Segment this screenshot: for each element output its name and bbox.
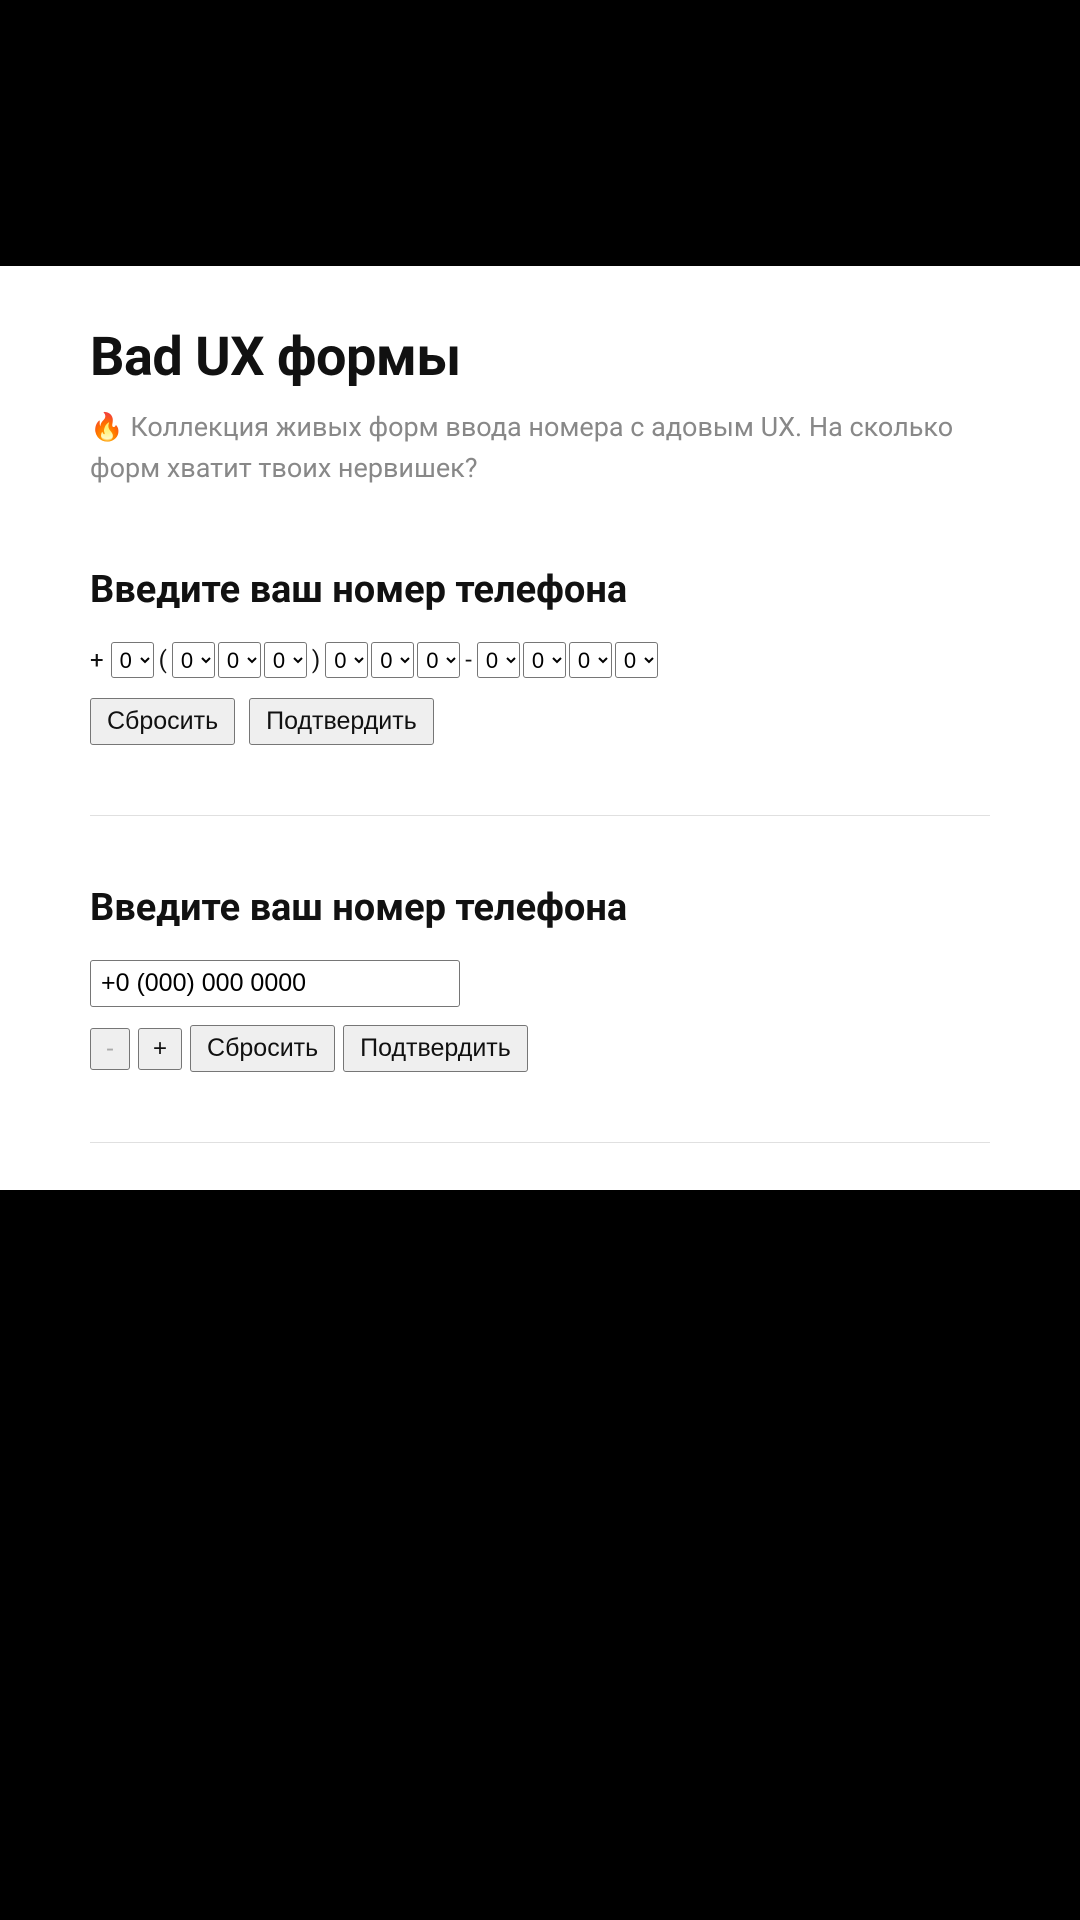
form-heading: Введите ваш номер телефона [90,886,990,930]
reset-button[interactable]: Сбросить [190,1025,335,1072]
form-section-increment: Введите ваш номер телефона - + Сбросить … [90,886,990,1143]
content-area: Bad UX формы 🔥 Коллекция живых форм ввод… [0,266,1080,1190]
phone-input[interactable] [90,960,460,1007]
decrement-button[interactable]: - [90,1028,130,1070]
button-row: - + Сбросить Подтвердить [90,1025,990,1072]
reset-button[interactable]: Сбросить [90,698,235,745]
paren-open: ( [157,646,169,674]
form-section-dropdowns: Введите ваш номер телефона + 0 ( 0 0 0 )… [90,568,990,816]
container: Bad UX формы 🔥 Коллекция живых форм ввод… [0,266,1080,1190]
subtitle-text: Коллекция живых форм ввода номера с адов… [90,411,953,484]
digit-select-10[interactable]: 0 [569,642,612,678]
button-row: Сбросить Подтвердить [90,698,990,745]
confirm-button[interactable]: Подтвердить [343,1025,528,1072]
digit-select-2[interactable]: 0 [172,642,215,678]
digit-select-row: + 0 ( 0 0 0 ) 0 0 0 - 0 0 0 0 [90,642,990,678]
form-heading: Введите ваш номер телефона [90,568,990,612]
dash-separator: - [463,646,474,674]
plus-prefix: + [90,646,104,674]
digit-select-7[interactable]: 0 [417,642,460,678]
page-title: Bad UX формы [90,326,990,389]
digit-select-3[interactable]: 0 [218,642,261,678]
increment-button[interactable]: + [138,1028,182,1070]
digit-select-6[interactable]: 0 [371,642,414,678]
digit-select-1[interactable]: 0 [111,642,154,678]
digit-select-9[interactable]: 0 [523,642,566,678]
paren-close: ) [310,646,322,674]
digit-select-5[interactable]: 0 [325,642,368,678]
fire-icon: 🔥 [90,411,124,443]
digit-select-8[interactable]: 0 [477,642,520,678]
page-subtitle: 🔥 Коллекция живых форм ввода номера с ад… [90,407,990,488]
digit-select-11[interactable]: 0 [615,642,658,678]
confirm-button[interactable]: Подтвердить [249,698,434,745]
digit-select-4[interactable]: 0 [264,642,307,678]
